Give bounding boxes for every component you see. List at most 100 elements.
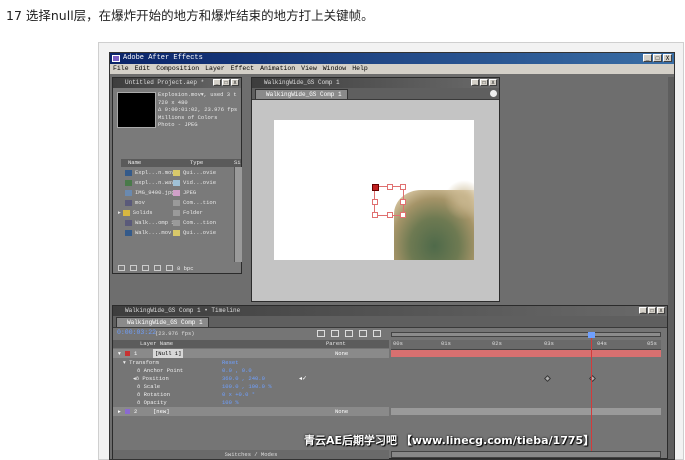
- project-scrollbar[interactable]: [234, 167, 242, 262]
- project-item[interactable]: ▸ Solids: [118, 208, 153, 218]
- stopwatch-icon[interactable]: ō: [137, 391, 144, 398]
- project-maximize-button[interactable]: □: [222, 79, 230, 86]
- image-icon: [125, 189, 132, 196]
- minimize-button[interactable]: _: [643, 54, 652, 62]
- project-item[interactable]: Walk....mov: [125, 228, 171, 238]
- anchor-point-handle[interactable]: [372, 184, 379, 191]
- brainstorm-icon[interactable]: [373, 330, 381, 337]
- timeline-maximize-button[interactable]: □: [648, 307, 656, 314]
- bbox-handle[interactable]: [387, 184, 393, 190]
- null-layer-bounding-box[interactable]: [372, 184, 406, 218]
- project-item[interactable]: IMG_9400.jpg: [125, 188, 175, 198]
- graph-editor-icon[interactable]: [359, 330, 367, 337]
- menu-layer[interactable]: Layer: [205, 64, 225, 74]
- property-value[interactable]: 360.0 , 240.0: [222, 375, 265, 383]
- bbox-handle[interactable]: [400, 212, 406, 218]
- timeline-zoom-slider[interactable]: [391, 451, 661, 458]
- stopwatch-icon[interactable]: ō: [137, 367, 144, 374]
- menu-bar: File Edit Composition Layer Effect Anima…: [110, 64, 674, 74]
- column-size[interactable]: Si: [234, 159, 241, 167]
- menu-view[interactable]: View: [301, 64, 317, 74]
- project-item[interactable]: mov: [125, 198, 145, 208]
- comp-maximize-button[interactable]: □: [480, 79, 488, 86]
- menu-window[interactable]: Window: [323, 64, 346, 74]
- expand-arrow-icon[interactable]: ▾: [123, 359, 126, 366]
- bbox-handle[interactable]: [372, 199, 378, 205]
- time-ruler[interactable]: 00s 01s 02s 03s 04s 05s: [391, 340, 661, 350]
- menu-file[interactable]: File: [113, 64, 129, 74]
- property-name: Scale: [143, 383, 161, 390]
- layer-row[interactable]: ▸ 2 [new] None: [113, 407, 389, 416]
- header-parent[interactable]: Parent: [326, 340, 346, 348]
- property-value[interactable]: 100.0 , 100.0 %: [222, 383, 272, 391]
- bpc-button[interactable]: 8 bpc: [177, 264, 194, 273]
- bbox-handle[interactable]: [400, 184, 406, 190]
- layer-row[interactable]: ▾ 1 [Null 1] None: [113, 349, 389, 358]
- keyframe-checkbox-icon[interactable]: ◂✓: [299, 375, 307, 383]
- project-item[interactable]: expl...n.wav: [125, 178, 175, 188]
- layer-duration-bar[interactable]: [391, 408, 661, 415]
- parent-dropdown[interactable]: None: [335, 349, 348, 358]
- stopwatch-icon[interactable]: ō: [137, 383, 144, 390]
- expand-arrow-icon[interactable]: ▸: [118, 209, 121, 216]
- draft-3d-icon[interactable]: [331, 330, 339, 337]
- flowchart-icon[interactable]: [166, 265, 173, 271]
- timeline-close-button[interactable]: X: [657, 307, 665, 314]
- time-indicator-handle[interactable]: [588, 332, 595, 338]
- header-layer-name[interactable]: Layer Name: [140, 340, 173, 348]
- interpret-footage-icon[interactable]: [118, 265, 125, 271]
- label-color-swatch: [173, 199, 180, 206]
- layer-column-header: Layer Name Parent: [113, 340, 389, 348]
- layer-name[interactable]: [new]: [153, 407, 170, 416]
- comp-viewer[interactable]: [252, 100, 499, 301]
- layer-duration-bar[interactable]: [391, 350, 661, 357]
- project-close-button[interactable]: X: [231, 79, 239, 86]
- timeline-minimize-button[interactable]: _: [639, 307, 647, 314]
- stopwatch-icon[interactable]: ō: [137, 399, 144, 406]
- expand-arrow-icon[interactable]: ▸: [118, 407, 121, 416]
- menu-animation[interactable]: Animation: [260, 64, 295, 74]
- bbox-handle[interactable]: [400, 199, 406, 205]
- work-area-bar[interactable]: [391, 332, 661, 337]
- project-item[interactable]: Expl...n.mov: [125, 168, 175, 178]
- comp-panel-title-bar: WalkingWide_GS Comp 1 _ □ X: [252, 78, 499, 88]
- bbox-handle[interactable]: [387, 212, 393, 218]
- property-value[interactable]: 0.0 , 0.0: [222, 367, 252, 375]
- reset-link[interactable]: Reset: [222, 359, 239, 367]
- comp-minimize-button[interactable]: _: [471, 79, 479, 86]
- maximize-button[interactable]: □: [653, 54, 662, 62]
- property-value[interactable]: 100 %: [222, 399, 239, 407]
- motion-blur-icon[interactable]: [345, 330, 353, 337]
- layer-name[interactable]: [Null 1]: [153, 349, 184, 358]
- comp-close-button[interactable]: X: [489, 79, 497, 86]
- menu-help[interactable]: Help: [352, 64, 368, 74]
- column-name[interactable]: Name: [128, 159, 141, 167]
- menu-composition[interactable]: Composition: [156, 64, 199, 74]
- app-title-bar: Adobe After Effects _ □ X: [110, 53, 674, 64]
- ruler-tick: 02s: [492, 340, 502, 347]
- property-value[interactable]: 0 x +0.0 °: [222, 391, 255, 399]
- delete-icon[interactable]: [154, 265, 161, 271]
- project-minimize-button[interactable]: _: [213, 79, 221, 86]
- tab-comp[interactable]: WalkingWide_GS Comp 1: [255, 89, 348, 99]
- new-composition-icon[interactable]: [142, 265, 149, 271]
- keyframe-start[interactable]: [543, 374, 552, 383]
- menu-edit[interactable]: Edit: [135, 64, 151, 74]
- bbox-handle[interactable]: [372, 212, 378, 218]
- column-type[interactable]: Type: [190, 159, 203, 167]
- new-folder-icon[interactable]: [130, 265, 137, 271]
- parent-dropdown[interactable]: None: [335, 407, 348, 416]
- search-icon[interactable]: [317, 330, 325, 337]
- menu-effect[interactable]: Effect: [231, 64, 254, 74]
- current-timecode[interactable]: 0:00:03:22: [117, 329, 156, 336]
- close-button[interactable]: X: [663, 54, 672, 62]
- item-name: Solids: [132, 209, 153, 216]
- property-name: Opacity: [143, 399, 167, 406]
- panel-menu-icon[interactable]: [490, 90, 497, 97]
- footage-thumbnail: [117, 92, 156, 128]
- footage-info: Explosion.mov▾, used 3 t 720 x 480 Δ 0:0…: [158, 91, 237, 129]
- transform-group[interactable]: ▾ Transform: [123, 359, 159, 367]
- tab-timeline-comp[interactable]: WalkingWide_GS Comp 1: [116, 317, 209, 327]
- project-item[interactable]: Walk...omp 1: [125, 218, 175, 228]
- expand-arrow-icon[interactable]: ▾: [118, 349, 121, 358]
